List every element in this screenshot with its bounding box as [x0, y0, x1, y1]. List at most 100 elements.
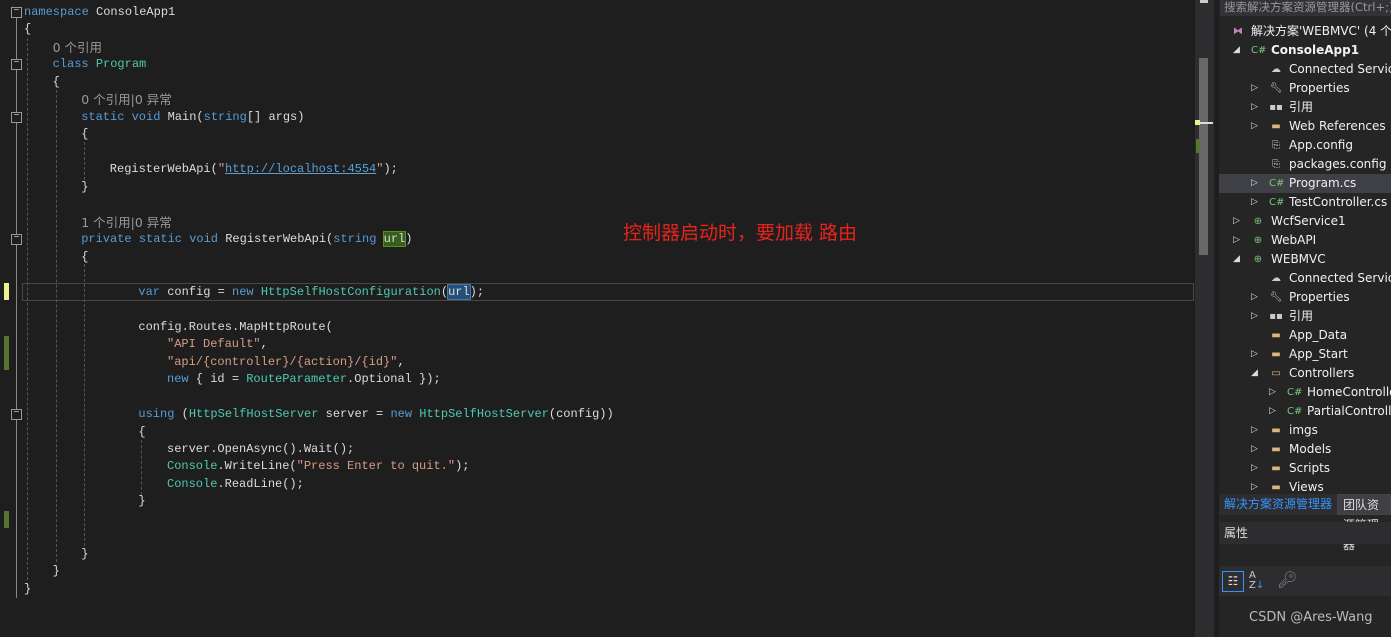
- url-link[interactable]: http://localhost:4554: [225, 162, 376, 176]
- code-line[interactable]: RegisterWebApi("http://localhost:4554");: [110, 161, 398, 178]
- tree-item[interactable]: ▷ C# TestController.cs: [1219, 193, 1391, 212]
- tab-solution-explorer[interactable]: 解决方案资源管理器: [1219, 494, 1337, 515]
- tree-item-label: ConsoleApp1: [1271, 43, 1360, 57]
- tree-item[interactable]: ▷ C# Program.cs: [1219, 174, 1391, 193]
- collapsed-arrow-icon[interactable]: ▷: [1251, 193, 1258, 212]
- code-line[interactable]: class Program: [53, 56, 147, 73]
- tree-item[interactable]: ⧓ 解决方案'WEBMVC' (4 个项目): [1219, 22, 1391, 41]
- collapsed-arrow-icon[interactable]: ▷: [1269, 383, 1276, 402]
- code-line[interactable]: }: [81, 179, 88, 196]
- alphabetical-sort-icon[interactable]: A Z↓: [1249, 571, 1269, 592]
- expanded-arrow-icon[interactable]: ◢: [1233, 41, 1240, 60]
- keyword: class: [52, 57, 89, 72]
- keyword: new: [232, 284, 254, 299]
- code-line[interactable]: {: [53, 74, 60, 91]
- tree-item[interactable]: ⎘ App.config: [1219, 136, 1391, 155]
- collapsed-arrow-icon[interactable]: ▷: [1251, 440, 1258, 459]
- collapsed-arrow-icon[interactable]: ▷: [1251, 98, 1258, 117]
- code-line[interactable]: "api/{controller}/{action}/{id}",: [167, 354, 405, 371]
- code-line[interactable]: Console.WriteLine("Press Enter to quit."…: [167, 458, 469, 475]
- tree-item[interactable]: ▷ 🔧︎ Properties: [1219, 288, 1391, 307]
- collapsed-arrow-icon[interactable]: ▷: [1251, 288, 1258, 307]
- tree-item[interactable]: ▷ ▬ imgs: [1219, 421, 1391, 440]
- code-line[interactable]: }: [81, 546, 88, 563]
- tree-item[interactable]: ◢ ▭ Controllers: [1219, 364, 1391, 383]
- expanded-arrow-icon[interactable]: ◢: [1233, 250, 1240, 269]
- codelens-info[interactable]: 1 个引用|0 异常: [81, 215, 172, 230]
- code-line[interactable]: namespace ConsoleApp1: [24, 4, 175, 21]
- scroll-up-icon[interactable]: [1200, 0, 1208, 3]
- collapsed-arrow-icon[interactable]: ▷: [1251, 345, 1258, 364]
- collapsed-arrow-icon[interactable]: ▷: [1251, 421, 1258, 440]
- code-line[interactable]: static void Main(string[] args): [81, 109, 304, 126]
- code-line[interactable]: config.Routes.MapHttpRoute(: [138, 319, 332, 336]
- codelens-line[interactable]: 0 个引用|0 异常: [81, 91, 172, 108]
- collapsed-arrow-icon[interactable]: ▷: [1251, 307, 1258, 326]
- collapse-icon[interactable]: −: [11, 7, 22, 18]
- collapsed-arrow-icon[interactable]: ▷: [1233, 212, 1240, 231]
- tree-item[interactable]: ▬ App_Data: [1219, 326, 1391, 345]
- tree-item[interactable]: ▷ ▬ Web References: [1219, 117, 1391, 136]
- collapsed-arrow-icon[interactable]: ▷: [1233, 231, 1240, 250]
- codelens-info[interactable]: 0 个引用|0 异常: [81, 92, 172, 107]
- code-line[interactable]: private static void RegisterWebApi(strin…: [81, 231, 412, 248]
- collapsed-arrow-icon[interactable]: ▷: [1251, 117, 1258, 136]
- tree-item[interactable]: ▷ C# HomeController.cs: [1219, 383, 1391, 402]
- code-line[interactable]: using (HttpSelfHostServer server = new H…: [138, 406, 613, 423]
- url-text[interactable]: http://localhost:4554: [225, 162, 376, 176]
- tree-item[interactable]: ▷ 🔧︎ Properties: [1219, 79, 1391, 98]
- tree-item[interactable]: ▷ ▬ Scripts: [1219, 459, 1391, 478]
- code-text: }: [138, 494, 146, 509]
- codelens-info[interactable]: 0 个引用: [53, 40, 102, 55]
- code-line[interactable]: {: [81, 249, 88, 266]
- tree-item[interactable]: ▷ ▬ Models: [1219, 440, 1391, 459]
- code-text: }: [81, 179, 89, 194]
- tree-item[interactable]: ▷ ⊕ WebAPI: [1219, 231, 1391, 250]
- codelens-line[interactable]: 1 个引用|0 异常: [81, 214, 172, 231]
- code-editor[interactable]: namespace ConsoleApp1{0 个引用 class Program…: [0, 0, 1195, 637]
- code-line[interactable]: var config = new HttpSelfHostConfigurati…: [138, 283, 484, 301]
- tree-item[interactable]: ◢ ⊕ WEBMVC: [1219, 250, 1391, 269]
- code-line[interactable]: }: [24, 581, 31, 598]
- collapsed-arrow-icon[interactable]: ▷: [1269, 402, 1276, 421]
- property-pages-icon[interactable]: 🔑︎: [1277, 570, 1297, 591]
- code-line[interactable]: {: [24, 21, 31, 38]
- collapse-icon[interactable]: −: [11, 234, 22, 246]
- collapse-icon[interactable]: −: [11, 409, 22, 421]
- tree-item[interactable]: ☁ Connected Services: [1219, 60, 1391, 79]
- code-line[interactable]: server.OpenAsync().Wait();: [167, 441, 354, 458]
- scrollbar-thumb[interactable]: [1199, 58, 1208, 255]
- tree-item[interactable]: ⎘ packages.config: [1219, 155, 1391, 174]
- annotation-text: 控制器启动时，要加载 路由: [623, 222, 858, 244]
- code-line[interactable]: }: [53, 563, 60, 580]
- code-line[interactable]: "API Default",: [167, 336, 268, 353]
- collapsed-arrow-icon[interactable]: ▷: [1251, 174, 1258, 193]
- collapsed-arrow-icon[interactable]: ▷: [1251, 459, 1258, 478]
- search-input[interactable]: 搜索解决方案资源管理器(Ctrl+;): [1220, 0, 1391, 16]
- tree-item[interactable]: ◢ C# ConsoleApp1: [1219, 41, 1391, 60]
- codelens-line[interactable]: 0 个引用: [53, 39, 102, 56]
- collapsed-arrow-icon[interactable]: ▷: [1251, 79, 1258, 98]
- code-line[interactable]: }: [138, 493, 145, 510]
- code-line[interactable]: Console.ReadLine();: [167, 476, 304, 493]
- csharp-file-icon: C#: [1269, 197, 1285, 208]
- tree-item[interactable]: ▷ ▬ App_Start: [1219, 345, 1391, 364]
- tree-item[interactable]: ▷ C# PartialController.cs: [1219, 402, 1391, 421]
- string-literal: "API Default": [167, 337, 261, 352]
- collapse-icon[interactable]: −: [11, 59, 22, 71]
- tree-item[interactable]: ▷ ▪▪ 引用: [1219, 307, 1391, 326]
- categorized-icon[interactable]: ☷: [1222, 571, 1244, 592]
- tab-team-explorer[interactable]: 团队资源管理器: [1337, 494, 1391, 552]
- code-text: }: [24, 581, 32, 596]
- code-line[interactable]: {: [138, 424, 145, 441]
- expanded-arrow-icon[interactable]: ◢: [1251, 364, 1258, 383]
- indent-guide: [56, 90, 57, 562]
- code-line[interactable]: new { id = RouteParameter.Optional });: [167, 371, 441, 388]
- tree-item[interactable]: ☁ Connected Services: [1219, 269, 1391, 288]
- collapse-icon[interactable]: −: [11, 111, 22, 123]
- tree-item[interactable]: ▷ ▪▪ 引用: [1219, 98, 1391, 117]
- code-line[interactable]: {: [81, 126, 88, 143]
- tree-item[interactable]: ▷ ⊕ WcfService1: [1219, 212, 1391, 231]
